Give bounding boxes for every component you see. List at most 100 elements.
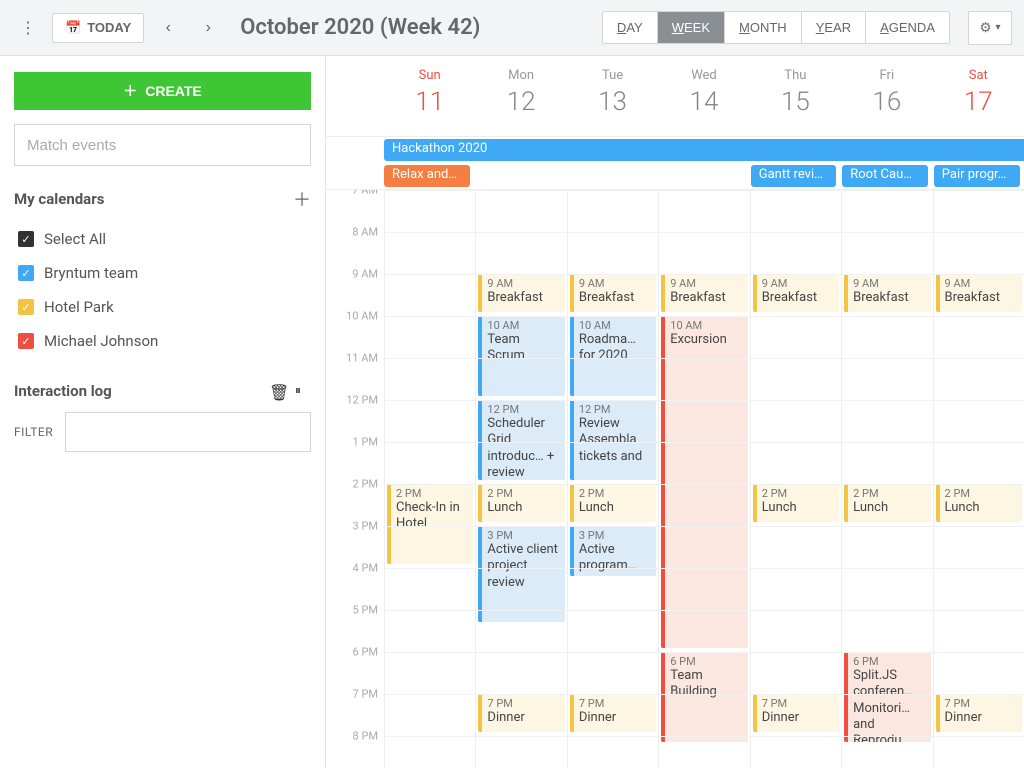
day-number: 11 [384,87,475,117]
day-header-row: Sun11 Mon12 Tue13 Wed14 Thu 15 Fri16 Sat1… [326,56,1024,136]
pause-icon[interactable]: ⏸ [295,383,311,399]
hour-label: 8 PM [328,730,378,743]
allday-event-gantt[interactable]: Gantt revi… [751,165,837,187]
event-breakfast[interactable]: 9 AMBreakfast [570,274,656,312]
hour-label: 7 PM [328,688,378,701]
main: ＋ CREATE My calendars ＋ ✓Select All ✓Bry… [0,56,1024,768]
event-roadmap[interactable]: 10 AMRoadma… for 2020 [570,316,656,396]
day-header[interactable]: Fri16 [841,56,932,136]
day-header[interactable]: Sat17 [933,56,1024,136]
allday-event-hackathon[interactable]: Hackathon 2020 [384,139,1024,161]
event-lunch[interactable]: 2 PMLunch [570,484,656,522]
plus-icon: ＋ [123,81,137,101]
filter-label: FILTER [14,425,53,439]
event-dinner[interactable]: 7 PMDinner [570,694,656,732]
calendar-label: Hotel Park [44,298,114,316]
event-dinner[interactable]: 7 PMDinner [478,694,564,732]
menu-button[interactable]: ⋮ [12,12,44,44]
calendar-item[interactable]: ✓ Michael Johnson [14,324,311,358]
day-number: 16 [841,87,932,117]
next-button[interactable]: › [192,12,224,44]
event-lunch[interactable]: 2 PMLunch [844,484,930,522]
dow-label: Thu [750,68,841,83]
checkbox-icon: ✓ [18,333,34,349]
day-number: 13 [567,87,658,117]
day-col-sun[interactable]: 2 PMCheck-In in Hotel [384,190,475,768]
dow-label: Mon [475,68,566,83]
event-breakfast[interactable]: 9 AMBreakfast [478,274,564,312]
create-button[interactable]: ＋ CREATE [14,72,311,110]
day-number: 15 [750,87,841,117]
event-breakfast[interactable]: 9 AMBreakfast [844,274,930,312]
event-splitjs[interactable]: 6 PMSplit.JS conferen… Monitori… and Rep… [844,652,930,742]
tab-day[interactable]: DAY [603,12,658,43]
allday-event-root[interactable]: Root Cau… [842,165,928,187]
allday-area: Hackathon 2020 Relax and… Gantt revi… Ro… [326,136,1024,190]
calendar-label: Select All [44,230,106,248]
calendar-icon: 📅 [65,20,81,36]
day-header[interactable]: Sun11 [384,56,475,136]
allday-event-relax[interactable]: Relax and… [384,165,470,187]
event-breakfast[interactable]: 9 AMBreakfast [753,274,839,312]
event-team-scrum[interactable]: 10 AMTeam Scrum [478,316,564,396]
hour-label: 3 PM [328,520,378,533]
day-col-thu[interactable]: 9 AMBreakfast 2 PMLunch 7 PMDinner [750,190,841,768]
today-button[interactable]: 📅 TODAY [52,13,144,43]
checkbox-icon: ✓ [18,231,34,247]
day-header[interactable]: Mon12 [475,56,566,136]
tab-week[interactable]: WEEK [658,12,725,43]
log-title: Interaction log [14,382,259,400]
create-label: CREATE [145,83,202,99]
allday-event-pair[interactable]: Pair progr… [934,165,1020,187]
day-col-sat[interactable]: 9 AMBreakfast 2 PMLunch 7 PMDinner [933,190,1024,768]
event-scheduler-grid[interactable]: 12 PMScheduler Grid introduc… + review [478,400,564,480]
calendars-header: My calendars ＋ [14,186,311,212]
calendar-label: Michael Johnson [44,332,158,350]
calendar-list: ✓ Select All ✓Bryntum team ✓Hotel Park ✓ M… [14,222,311,358]
topbar: ⋮ 📅 TODAY ‹ › October 2020 (Week 42) DAY… [0,0,1024,56]
day-header[interactable]: Wed14 [658,56,749,136]
search-input[interactable] [14,124,311,166]
calendars-title: My calendars [14,190,104,208]
day-header[interactable]: Thu 15 [750,56,841,136]
trash-icon[interactable]: 🗑 [269,383,285,399]
event-lunch[interactable]: 2 PMLunch [478,484,564,522]
calendar-item[interactable]: ✓ Select All [14,222,311,256]
hour-label: 4 PM [328,562,378,575]
event-team-building[interactable]: 6 PMTeam Building [661,652,747,742]
calendar-item[interactable]: ✓Hotel Park [14,290,311,324]
event-breakfast[interactable]: 9 AMBreakfast [936,274,1022,312]
filter-input[interactable] [65,412,311,452]
day-col-mon[interactable]: 9 AMBreakfast 10 AMTeam Scrum 12 PMSched… [475,190,566,768]
calendar-item[interactable]: ✓Bryntum team [14,256,311,290]
event-review-assembla[interactable]: 12 PMReview Assembla tickets and [570,400,656,480]
page-title: October 2020 (Week 42) [240,15,594,40]
event-dinner[interactable]: 7 PMDinner [753,694,839,732]
view-switcher: DAY WEEK MONTH YEAR AGENDA [602,11,950,44]
event-active-client[interactable]: 3 PMActive client project review [478,526,564,622]
event-dinner[interactable]: 7 PMDinner [936,694,1022,732]
hour-label: 8 AM [328,226,378,239]
event-excursion[interactable]: 10 AMExcursion [661,316,747,648]
day-col-fri[interactable]: 9 AMBreakfast 2 PMLunch 6 PMSplit.JS con… [841,190,932,768]
day-col-wed[interactable]: 9 AMBreakfast 10 AMExcursion 6 PMTeam Bu… [658,190,749,768]
event-checkin[interactable]: 2 PMCheck-In in Hotel [387,484,473,564]
hour-label: 6 PM [328,646,378,659]
hour-label: 7 AM [328,190,378,197]
calendar-label: Bryntum team [44,264,138,282]
time-gutter: 7 AM8 AM9 AM10 AM11 AM12 PM1 PM2 PM3 PM4… [326,190,384,768]
add-calendar-button[interactable]: ＋ [293,186,311,212]
event-lunch[interactable]: 2 PMLunch [753,484,839,522]
day-col-tue[interactable]: 9 AMBreakfast 10 AMRoadma… for 2020 12 P… [567,190,658,768]
settings-button[interactable]: ⚙ ▾ [968,11,1012,45]
day-header[interactable]: Tue13 [567,56,658,136]
hour-label: 5 PM [328,604,378,617]
tab-agenda[interactable]: AGENDA [866,12,949,43]
tab-year[interactable]: YEAR [802,12,866,43]
tab-month[interactable]: MONTH [725,12,802,43]
event-lunch[interactable]: 2 PMLunch [936,484,1022,522]
prev-button[interactable]: ‹ [152,12,184,44]
today-label: TODAY [87,20,131,35]
event-breakfast[interactable]: 9 AMBreakfast [661,274,747,312]
day-columns: 2 PMCheck-In in Hotel 9 AMBreakfast 10 A… [384,190,1024,768]
